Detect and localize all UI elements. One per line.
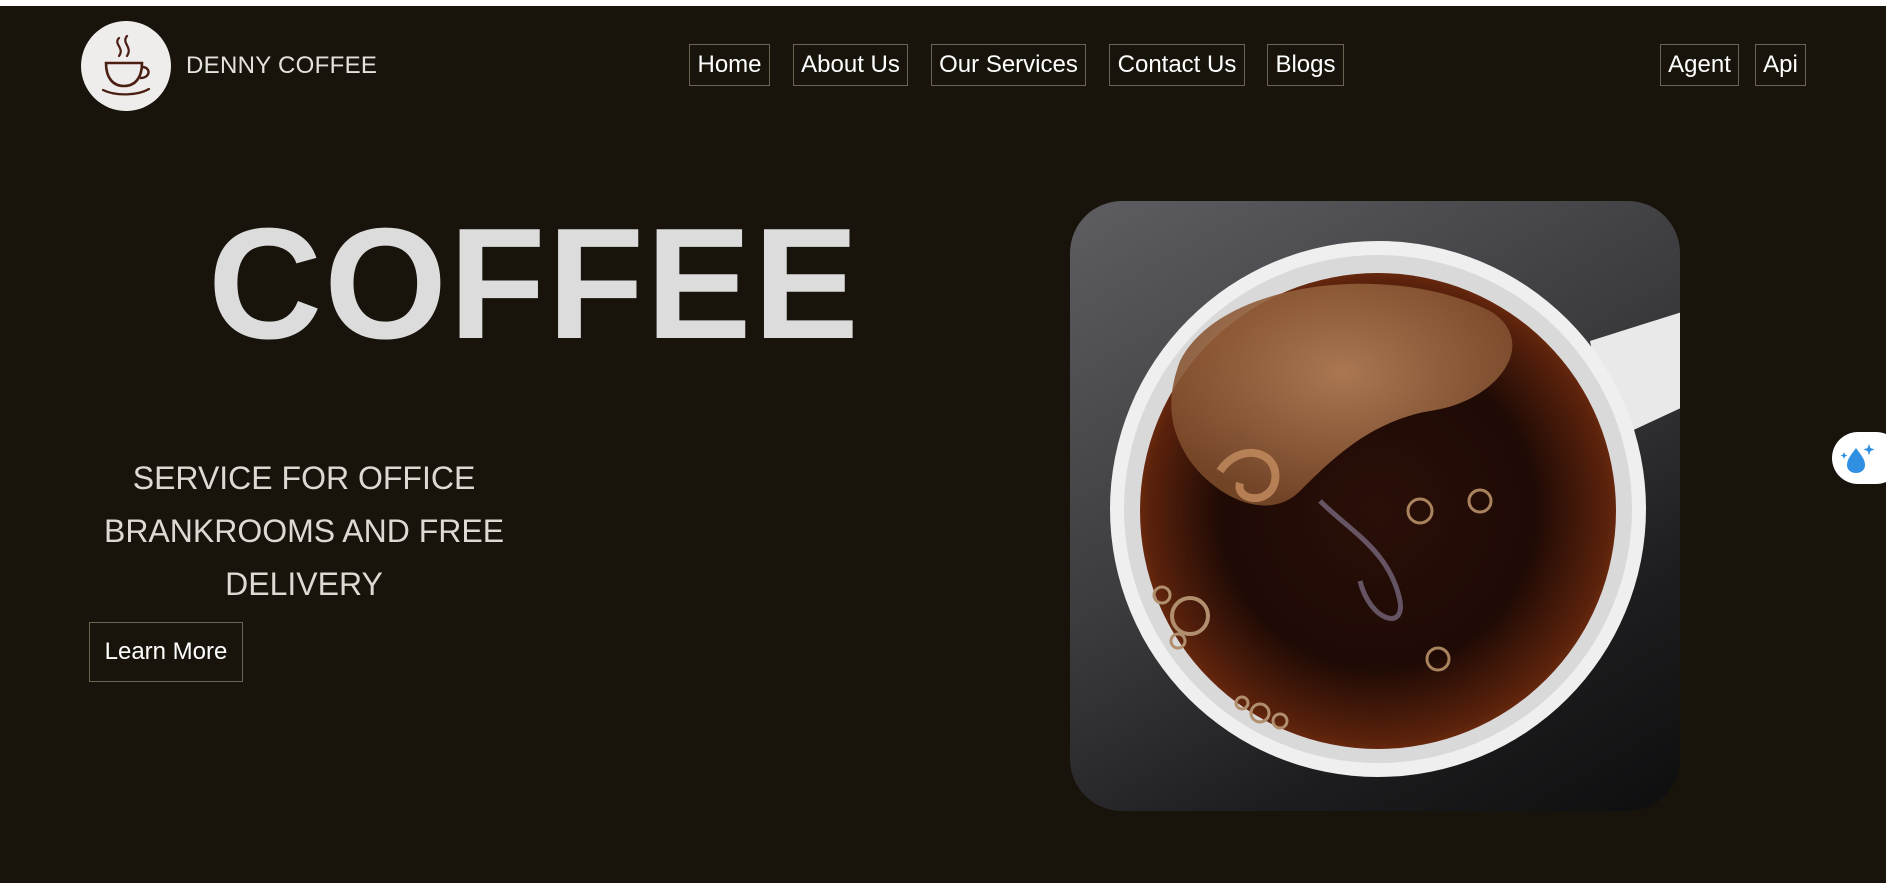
learn-more-button[interactable]: Learn More [89, 622, 243, 682]
nav-contact-us[interactable]: Contact Us [1109, 44, 1245, 86]
nav-api[interactable]: Api [1755, 44, 1806, 86]
nav-our-services[interactable]: Our Services [931, 44, 1086, 86]
nav-agent[interactable]: Agent [1660, 44, 1739, 86]
coffee-cup-icon [101, 34, 151, 96]
nav-home[interactable]: Home [689, 44, 770, 86]
brand-logo[interactable] [81, 21, 171, 111]
coffee-cup-photo [1110, 241, 1680, 777]
brand-name[interactable]: DENNY COFFEE [186, 52, 377, 80]
hero-subtitle: SERVICE FOR OFFICE BRANKROOMS AND FREE D… [103, 460, 505, 602]
water-drop-sparkle-icon [1840, 444, 1875, 473]
nav-blogs[interactable]: Blogs [1267, 44, 1344, 86]
page: DENNY COFFEE Home About Us Our Services … [0, 6, 1886, 883]
floating-assistant-widget[interactable] [1832, 432, 1886, 484]
nav-about-us[interactable]: About Us [793, 44, 908, 86]
hero-coffee-image [1070, 201, 1680, 811]
hero-title: COFFEE [208, 196, 861, 372]
